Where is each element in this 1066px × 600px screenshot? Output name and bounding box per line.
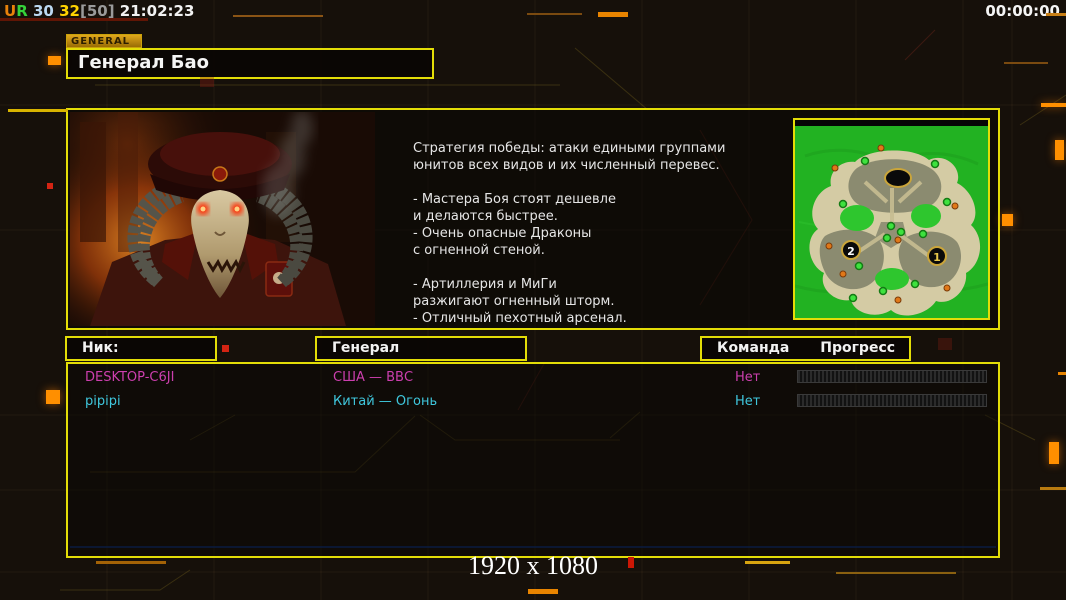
header-nick-label: Ник: bbox=[82, 340, 119, 356]
page-title: Генерал Бао bbox=[78, 52, 210, 73]
general-title-box: Генерал Бао bbox=[66, 48, 434, 79]
map-preview-box: 2 1 bbox=[793, 118, 990, 320]
player-general: США — ВВС bbox=[333, 370, 414, 385]
decor bbox=[628, 557, 634, 568]
tab-general[interactable]: GENERAL bbox=[66, 34, 142, 48]
decor bbox=[1040, 487, 1066, 490]
player-progress-bar bbox=[797, 370, 987, 383]
decor bbox=[47, 183, 53, 189]
svg-text:1: 1 bbox=[933, 251, 941, 264]
player-team: Нет bbox=[735, 370, 761, 385]
header-team-progress: Команда Прогресс bbox=[700, 336, 911, 361]
decor bbox=[233, 15, 323, 17]
decor bbox=[938, 338, 952, 350]
lobby-screen: UR 30 32[50] 21:02:23 00:00:00 GENERAL Г… bbox=[0, 0, 1066, 600]
decor bbox=[836, 572, 956, 574]
decor bbox=[1002, 214, 1013, 226]
decor bbox=[1058, 372, 1066, 375]
player-name: pipipi bbox=[85, 394, 121, 409]
decor bbox=[48, 56, 61, 65]
decor bbox=[1055, 140, 1064, 160]
decor bbox=[1004, 62, 1048, 64]
player-list-panel: DESKTOP-C6JI США — ВВС Нет pipipi Китай … bbox=[66, 362, 1000, 558]
decor bbox=[745, 561, 790, 564]
decor bbox=[200, 77, 214, 87]
map-preview-image: 2 1 bbox=[795, 126, 988, 318]
decor bbox=[8, 109, 68, 112]
strategy-description: Стратегия победы: атаки едиными группами… bbox=[413, 141, 726, 326]
decor bbox=[1046, 13, 1066, 16]
header-general: Генерал bbox=[315, 336, 527, 361]
player-team: Нет bbox=[735, 394, 761, 409]
resolution-label: 1920 x 1080 bbox=[468, 551, 598, 580]
decor bbox=[1041, 103, 1066, 107]
panel-bottom-line bbox=[70, 546, 996, 548]
decor bbox=[222, 345, 229, 352]
player-row[interactable]: DESKTOP-C6JI США — ВВС Нет bbox=[68, 367, 998, 391]
status-underline bbox=[0, 18, 148, 21]
svg-text:2: 2 bbox=[847, 245, 855, 258]
map-start-marker-2: 2 bbox=[841, 240, 861, 260]
header-nick: Ник: bbox=[65, 336, 217, 361]
decor bbox=[46, 390, 60, 404]
header-team-label: Команда bbox=[717, 340, 790, 356]
player-progress-bar bbox=[797, 394, 987, 407]
player-general: Китай — Огонь bbox=[333, 394, 438, 409]
match-timer: 00:00:00 bbox=[985, 2, 1060, 20]
header-general-label: Генерал bbox=[332, 340, 400, 356]
general-portrait-image bbox=[70, 112, 375, 326]
player-row[interactable]: pipipi Китай — Огонь Нет bbox=[68, 391, 998, 415]
header-progress-label: Прогресс bbox=[820, 340, 896, 356]
map-start-marker-1: 1 bbox=[927, 246, 947, 266]
general-info-panel: Стратегия победы: атаки едиными группами… bbox=[66, 108, 1000, 330]
decor bbox=[96, 561, 166, 564]
player-name: DESKTOP-C6JI bbox=[85, 370, 175, 385]
decor bbox=[598, 12, 628, 17]
decor bbox=[528, 589, 558, 594]
decor bbox=[527, 13, 582, 15]
decor bbox=[1049, 442, 1059, 464]
